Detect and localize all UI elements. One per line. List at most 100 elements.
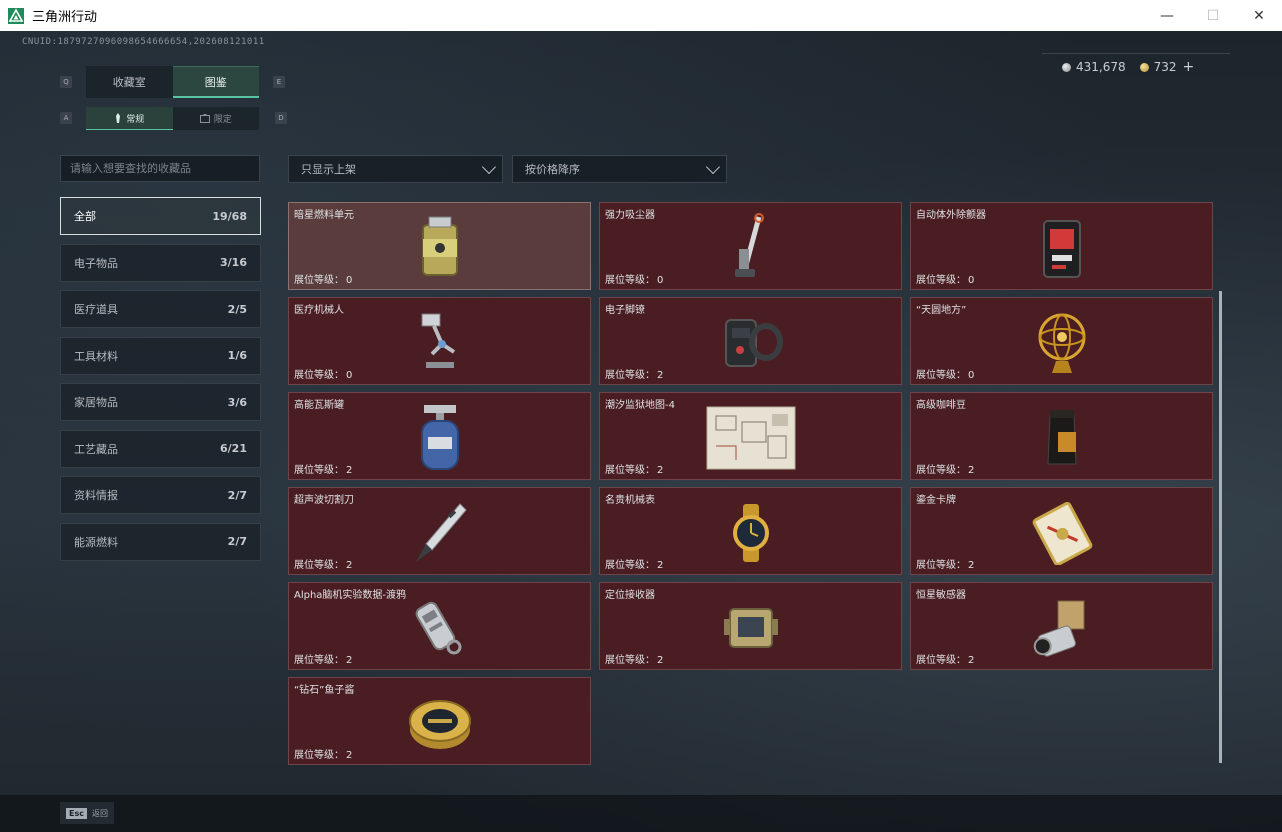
collection-item-card[interactable]: 定位接收器 展位等级： 2 (599, 582, 902, 670)
item-level: 展位等级： 2 (292, 556, 352, 571)
silver-balance: 431,678 (1062, 60, 1126, 74)
item-name: “钻石”鱼子酱 (294, 685, 355, 696)
item-level: 展位等级： 2 (603, 366, 663, 381)
collection-item-card[interactable]: 高级咖啡豆 展位等级： 2 (910, 392, 1213, 480)
item-level: 展位等级： 0 (914, 366, 974, 381)
collection-item-card[interactable]: 暗星燃料单元 展位等级： 0 (288, 202, 591, 290)
item-level: 展位等级： 0 (292, 366, 352, 381)
category-item[interactable]: 工具材料 1/6 (60, 336, 261, 375)
item-name: 恒星敏感器 (916, 590, 966, 601)
level-value: 2 (346, 465, 353, 476)
level-label: 展位等级： (294, 465, 344, 476)
collection-item-card[interactable]: 潮汐监狱地图-4 展位等级： 2 (599, 392, 902, 480)
level-value: 2 (657, 655, 664, 666)
category-count: 19/68 (212, 209, 247, 223)
item-name: 潮汐监狱地图-4 (605, 400, 675, 411)
gold-balance: 732 + (1139, 59, 1195, 75)
level-value: 2 (968, 560, 975, 571)
coffee-bag-icon (1017, 401, 1107, 475)
subtab-regular[interactable]: 常规 (86, 107, 173, 130)
item-level: 展位等级： 2 (914, 651, 974, 666)
search-input[interactable] (61, 156, 259, 181)
item-name: 高能瓦斯罐 (294, 400, 344, 411)
category-item[interactable]: 资料情报 2/7 (60, 476, 261, 514)
defibrillator-icon (1017, 211, 1107, 285)
data-drive-icon (395, 591, 485, 665)
item-name: 鎏金卡牌 (916, 495, 956, 506)
level-value: 0 (968, 275, 975, 286)
currency-bar: 431,678 732 + (1042, 53, 1230, 79)
subtab-limited-label: 限定 (213, 115, 232, 125)
close-button[interactable]: ✕ (1236, 0, 1282, 31)
tab-collection-room[interactable]: 收藏室 (86, 66, 173, 98)
silver-coin-icon (1062, 62, 1071, 72)
level-value: 0 (346, 275, 353, 286)
scrollbar[interactable] (1219, 291, 1222, 763)
category-list: 全部 19/68 电子物品 3/16 医疗道具 2/5 工具材料 1/6 家居物品 3/6 工艺藏品… (60, 197, 261, 569)
collection-item-card[interactable]: Alpha脑机实验数据-渡鸦 展位等级： 2 (288, 582, 591, 670)
key-hint-e: E (273, 76, 285, 88)
category-item[interactable]: 能源燃料 2/7 (60, 522, 261, 561)
level-value: 2 (657, 560, 664, 571)
category-label: 能源燃料 (74, 535, 118, 549)
collection-item-card[interactable]: “钻石”鱼子酱 展位等级： 2 (288, 677, 591, 765)
category-count: 6/21 (220, 442, 247, 455)
display-filter-dropdown[interactable]: 只显示上架 (288, 155, 503, 183)
collection-item-card[interactable]: 医疗机械人展位等级： 0 (288, 297, 591, 385)
category-item[interactable]: 电子物品 3/16 (60, 243, 261, 282)
category-label: 全部 (74, 210, 96, 223)
item-level: 展位等级： 2 (603, 651, 663, 666)
level-label: 展位等级： (294, 750, 344, 761)
category-item[interactable]: 家居物品 3/6 (60, 383, 261, 421)
maximize-button[interactable]: ☐ (1190, 0, 1236, 31)
window-title: 三角洲行动 (32, 10, 98, 25)
gold-amount: 732 (1153, 59, 1177, 74)
silver-amount: 431,678 (1076, 59, 1126, 74)
collection-item-card[interactable]: 高能瓦斯罐展位等级： 2 (288, 392, 591, 480)
back-button[interactable]: Esc 返回 (60, 802, 114, 824)
cutting-knife-icon (395, 496, 485, 570)
category-item[interactable]: 全部 19/68 (60, 197, 261, 235)
category-label: 工具材料 (74, 349, 118, 363)
collection-item-card[interactable]: “天圆地方” 展位等级： 0 (910, 297, 1213, 385)
category-count: 1/6 (227, 349, 247, 362)
collection-item-card[interactable]: 恒星敏感器展位等级： 2 (910, 582, 1213, 670)
collection-item-card[interactable]: 鎏金卡牌 展位等级： 2 (910, 487, 1213, 575)
level-label: 展位等级： (605, 560, 655, 571)
gold-coin-icon (1139, 62, 1149, 72)
category-item[interactable]: 医疗道具 2/5 (60, 290, 261, 328)
collection-item-card[interactable]: 电子脚镣 展位等级： 2 (599, 297, 902, 385)
level-label: 展位等级： (294, 370, 344, 381)
window-title-bar: 三角洲行动 — ☐ ✕ (0, 0, 1282, 32)
level-label: 展位等级： (916, 465, 966, 476)
category-label: 电子物品 (74, 256, 118, 270)
item-level: 展位等级： 2 (603, 461, 663, 476)
item-level: 展位等级： 2 (914, 461, 974, 476)
caviar-tin-icon (395, 686, 485, 760)
collection-item-card[interactable]: 名贵机械表 展位等级： 2 (599, 487, 902, 575)
category-count: 2/7 (227, 535, 247, 548)
category-label: 资料情报 (74, 489, 118, 502)
item-level: 展位等级： 2 (292, 461, 352, 476)
item-name: 暗星燃料单元 (294, 210, 354, 221)
level-value: 2 (346, 655, 353, 666)
item-level: 展位等级： 0 (914, 271, 974, 286)
card-icon (1017, 496, 1107, 570)
item-name: 医疗机械人 (294, 305, 344, 316)
add-currency-button[interactable]: + (1183, 59, 1195, 75)
sort-dropdown[interactable]: 按价格降序 (512, 155, 727, 183)
collection-item-card[interactable]: 强力吸尘器 展位等级： 0 (599, 202, 902, 290)
level-label: 展位等级： (605, 655, 655, 666)
key-hint-q: Q (60, 76, 72, 88)
minimize-button[interactable]: — (1144, 0, 1190, 31)
collection-item-card[interactable]: 超声波切割刀 展位等级： 2 (288, 487, 591, 575)
level-label: 展位等级： (605, 465, 655, 476)
tab-catalog[interactable]: 图鉴 (172, 66, 259, 98)
level-value: 2 (346, 750, 353, 761)
sort-value: 按价格降序 (525, 163, 580, 176)
receiver-icon (706, 591, 796, 665)
category-item[interactable]: 工艺藏品 6/21 (60, 429, 261, 468)
subtab-limited[interactable]: 限定 (172, 107, 259, 130)
collection-item-card[interactable]: 自动体外除颤器 展位等级： 0 (910, 202, 1213, 290)
chevron-down-icon (705, 159, 721, 174)
